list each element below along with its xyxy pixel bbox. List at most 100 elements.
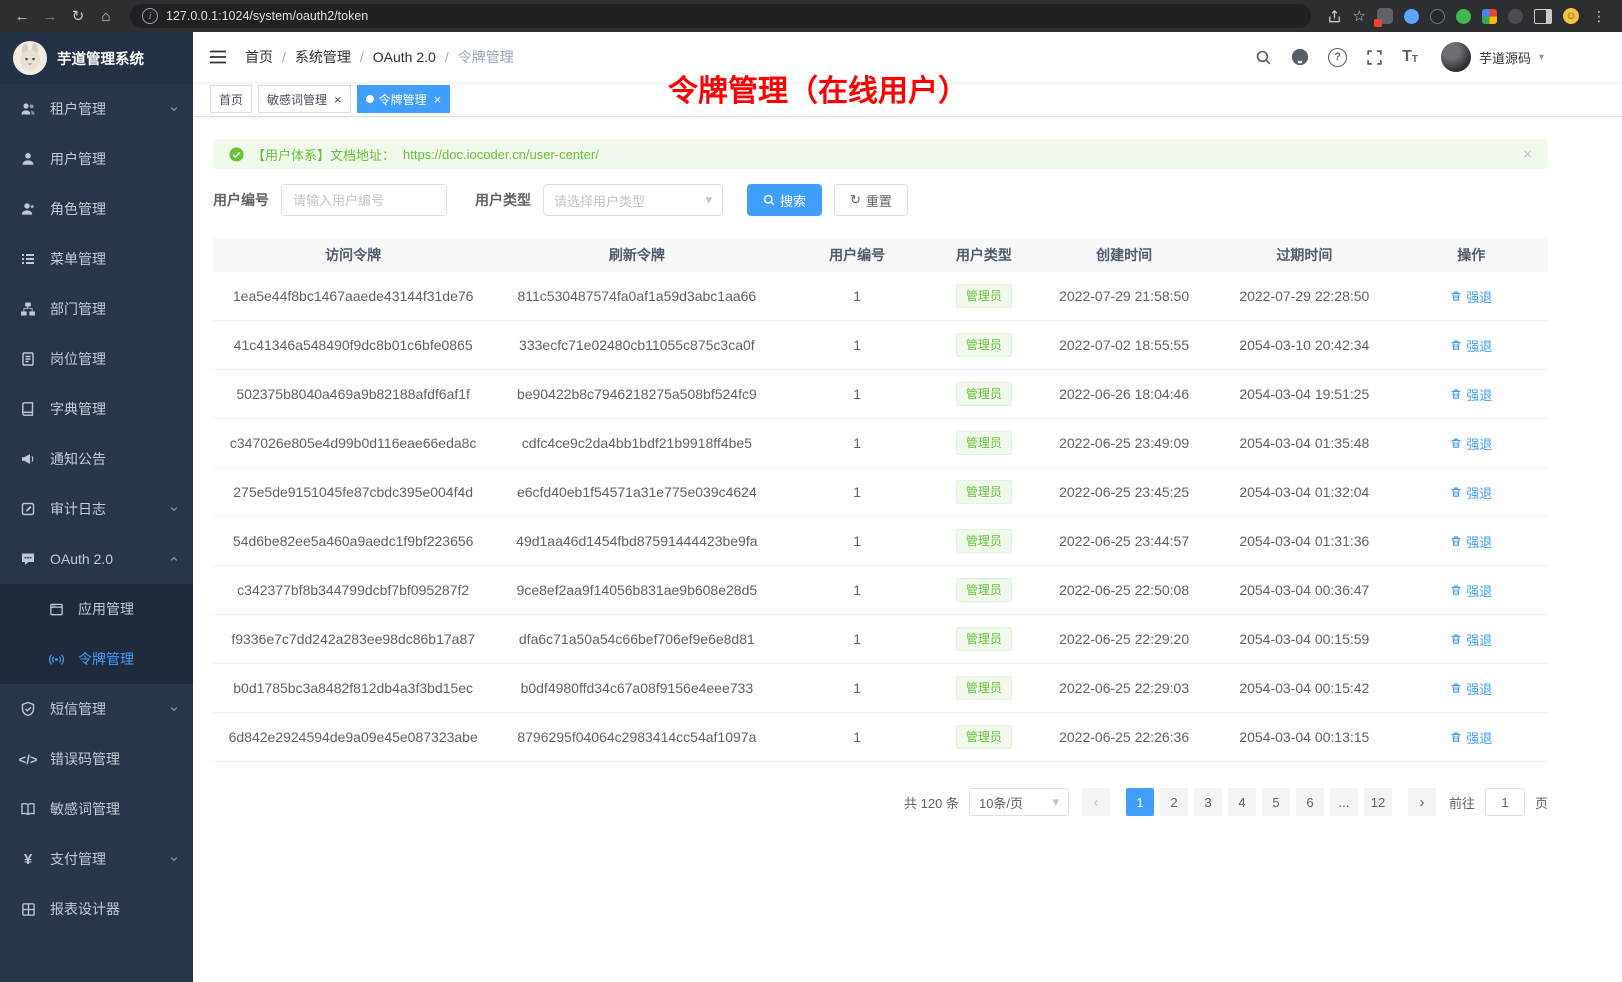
search-button[interactable]: 搜索 <box>747 184 822 216</box>
search-icon[interactable] <box>1255 49 1272 66</box>
sidebar-item-sms[interactable]: 短信管理 <box>0 684 193 734</box>
force-logout-label: 强退 <box>1466 434 1492 453</box>
access-token-cell: b0d1785bc3a8482f812db4a3f3bd15ec <box>213 664 493 713</box>
sidebar-item-role[interactable]: 角色管理 <box>0 184 193 234</box>
sidebar-item-dict[interactable]: 字典管理 <box>0 384 193 434</box>
force-logout-button[interactable]: 强退 <box>1450 679 1492 698</box>
site-info-icon[interactable]: i <box>142 8 158 24</box>
page-number-button[interactable]: 2 <box>1160 788 1188 816</box>
user-type-cell: 管理员 <box>934 321 1034 370</box>
sidebar-item-menu[interactable]: 菜单管理 <box>0 234 193 284</box>
pinned-extension-icon[interactable] <box>1508 9 1523 24</box>
forward-icon[interactable]: → <box>38 4 62 28</box>
back-icon[interactable]: ← <box>10 4 34 28</box>
sidebar-item-sensitive-word[interactable]: 敏感词管理 <box>0 784 193 834</box>
user-id-input[interactable] <box>281 184 447 216</box>
table-header-row: 访问令牌刷新令牌用户编号用户类型创建时间过期时间操作 <box>213 238 1548 272</box>
expire-time-cell: 2054-03-04 01:35:48 <box>1214 419 1394 468</box>
split-screen-icon[interactable] <box>1534 9 1552 24</box>
sidebar-item-report-designer[interactable]: 报表设计器 <box>0 884 193 934</box>
force-logout-button[interactable]: 强退 <box>1450 581 1492 600</box>
sidebar-item-label: 岗位管理 <box>50 349 179 369</box>
force-logout-button[interactable]: 强退 <box>1450 336 1492 355</box>
access-token-cell: 502375b8040a469a9b82188afdf6af1f <box>213 370 493 419</box>
page-number-button[interactable]: 12 <box>1364 788 1392 816</box>
close-icon[interactable]: × <box>434 93 442 106</box>
hamburger-icon[interactable] <box>209 49 227 65</box>
page-number-button[interactable]: 3 <box>1194 788 1222 816</box>
force-logout-button[interactable]: 强退 <box>1450 728 1492 747</box>
sidebar-item-error-code[interactable]: </> 错误码管理 <box>0 734 193 784</box>
extension-badged-icon[interactable] <box>1377 8 1393 24</box>
code-icon: </> <box>20 751 36 767</box>
sidebar-item-user[interactable]: 用户管理 <box>0 134 193 184</box>
force-logout-button[interactable]: 强退 <box>1450 385 1492 404</box>
sidebar-item-pay[interactable]: ¥ 支付管理 <box>0 834 193 884</box>
alert-close-icon[interactable]: × <box>1523 146 1532 163</box>
sidebar-item-oauth[interactable]: OAuth 2.0 <box>0 534 193 584</box>
access-token-cell: c342377bf8b344799dcbf7bf095287f2 <box>213 566 493 615</box>
tab-sensitive-word[interactable]: 敏感词管理 × <box>258 85 351 113</box>
chevron-down-icon <box>169 704 179 714</box>
page-number-button[interactable]: 5 <box>1262 788 1290 816</box>
tab-label: 令牌管理 <box>379 91 427 108</box>
tab-home[interactable]: 首页 <box>210 85 252 113</box>
force-logout-button[interactable]: 强退 <box>1450 434 1492 453</box>
force-logout-button[interactable]: 强退 <box>1450 630 1492 649</box>
sidebar-item-app-manage[interactable]: 应用管理 <box>0 584 193 634</box>
refresh-token-cell: 9ce8ef2aa9f14056b831ae9b608e28d5 <box>493 566 780 615</box>
next-page-button[interactable]: › <box>1408 788 1436 816</box>
home-icon[interactable]: ⌂ <box>94 4 118 28</box>
bookmark-star-icon[interactable]: ☆ <box>1353 7 1366 25</box>
sidebar-item-notice[interactable]: 通知公告 <box>0 434 193 484</box>
extension-github-icon[interactable] <box>1430 9 1445 24</box>
force-logout-button[interactable]: 强退 <box>1450 532 1492 551</box>
force-logout-button[interactable]: 强退 <box>1450 287 1492 306</box>
yen-icon: ¥ <box>20 851 36 867</box>
page-number-button[interactable]: 6 <box>1296 788 1324 816</box>
user-type-badge: 管理员 <box>956 480 1012 504</box>
force-logout-button[interactable]: 强退 <box>1450 483 1492 502</box>
sidebar-item-audit-log[interactable]: 审计日志 <box>0 484 193 534</box>
share-icon[interactable] <box>1327 9 1342 24</box>
breadcrumb-oauth[interactable]: OAuth 2.0 <box>373 49 436 65</box>
github-icon[interactable] <box>1291 48 1309 66</box>
tab-token-manage[interactable]: 令牌管理 × <box>357 85 451 113</box>
user-type-select[interactable]: 请选择用户类型 ▾ <box>543 184 723 216</box>
goto-page-input[interactable] <box>1485 788 1525 816</box>
user-id-cell: 1 <box>780 468 934 517</box>
app-title: 芋道管理系统 <box>57 48 144 69</box>
page-number-button[interactable]: 1 <box>1126 788 1154 816</box>
browser-menu-icon[interactable]: ⋮ <box>1590 8 1608 25</box>
delete-icon <box>1450 437 1462 449</box>
delete-icon <box>1450 339 1462 351</box>
page-number-button[interactable]: ... <box>1330 788 1358 816</box>
filter-bar: 用户编号 用户类型 请选择用户类型 ▾ 搜索 ↻ 重置 <box>213 184 1548 216</box>
extension-green-icon[interactable] <box>1456 9 1471 24</box>
breadcrumb-system[interactable]: 系统管理 <box>295 47 351 67</box>
close-icon[interactable]: × <box>334 93 342 106</box>
sidebar-item-post[interactable]: 岗位管理 <box>0 334 193 384</box>
profile-avatar-icon[interactable]: ☺ <box>1563 8 1579 24</box>
sidebar-item-tenant[interactable]: 租户管理 <box>0 84 193 134</box>
breadcrumb-home[interactable]: 首页 <box>245 47 273 67</box>
address-bar[interactable]: i 127.0.0.1:1024/system/oauth2/token <box>130 4 1311 28</box>
user-menu[interactable]: 芋道源码 ▾ <box>1441 42 1544 72</box>
page-number-button[interactable]: 4 <box>1228 788 1256 816</box>
extensions-puzzle-icon[interactable] <box>1482 9 1497 24</box>
app-logo[interactable]: 芋道管理系统 <box>0 32 193 84</box>
refresh-token-cell: dfa6c71a50a54c66bef706ef9e6e8d81 <box>493 615 780 664</box>
sidebar-item-token-manage[interactable]: 令牌管理 <box>0 634 193 684</box>
help-icon[interactable]: ? <box>1328 48 1347 67</box>
page-size-select[interactable]: 10条/页 ▾ <box>969 788 1069 816</box>
table-row: b0d1785bc3a8482f812db4a3f3bd15ec b0df498… <box>213 664 1548 713</box>
user-type-badge: 管理员 <box>956 725 1012 749</box>
prev-page-button[interactable]: ‹ <box>1082 788 1110 816</box>
doc-link[interactable]: https://doc.iocoder.cn/user-center/ <box>403 147 599 162</box>
sidebar-item-dept[interactable]: 部门管理 <box>0 284 193 334</box>
font-size-icon[interactable]: TT <box>1402 49 1418 65</box>
fullscreen-icon[interactable] <box>1366 49 1383 66</box>
extension-blue-icon[interactable] <box>1404 9 1419 24</box>
reload-icon[interactable]: ↻ <box>66 4 90 28</box>
reset-button[interactable]: ↻ 重置 <box>834 184 908 216</box>
